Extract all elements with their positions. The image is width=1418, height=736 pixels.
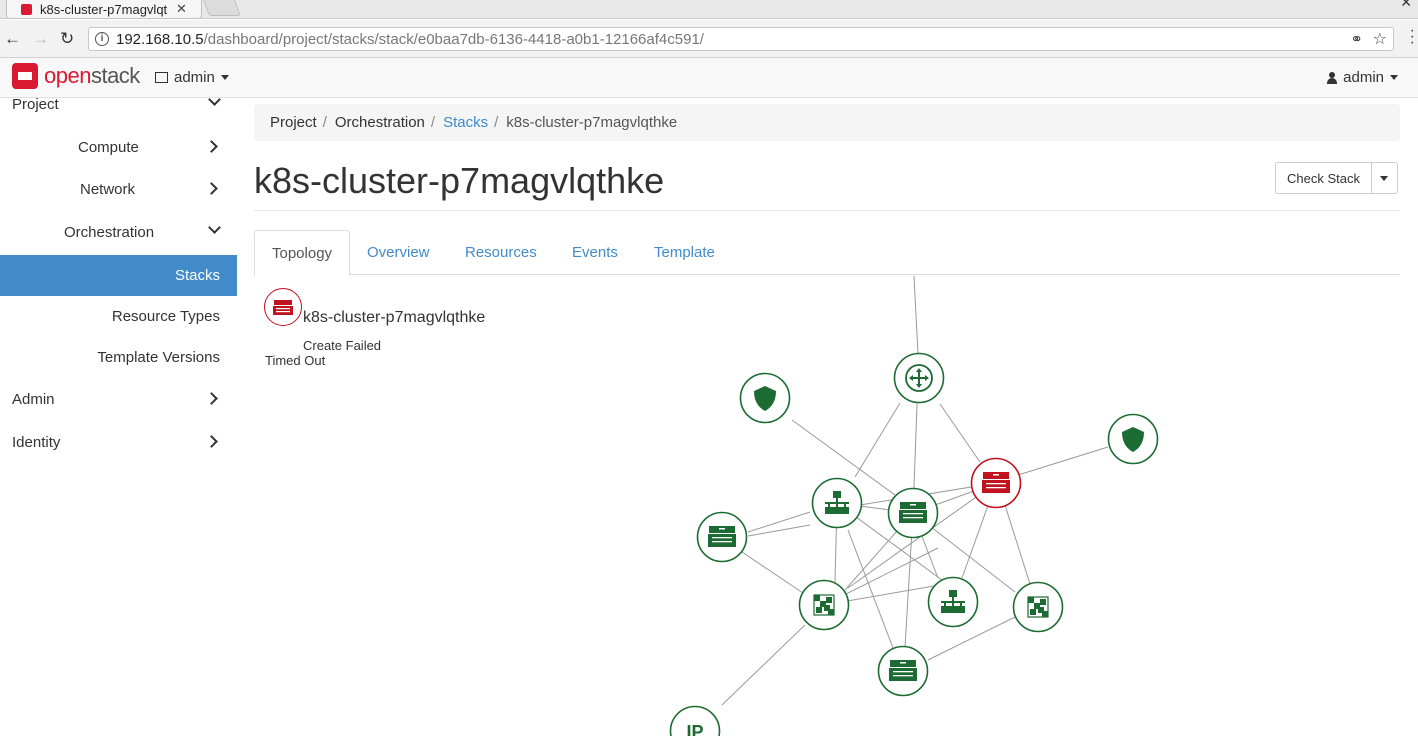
topology-node-port-2[interactable] (1012, 581, 1064, 633)
sidebar-item-label: Stacks (174, 267, 220, 284)
sidebar-item-label: Resource Types (111, 308, 220, 325)
sidebar-item-label: Admin (12, 391, 55, 408)
sidebar-item-label: Template Versions (97, 349, 220, 366)
caret-down-icon (1380, 175, 1389, 181)
sidebar: Project Compute Network Orchestration St… (0, 93, 237, 736)
forward-arrow-icon[interactable]: → (32, 29, 49, 49)
address-bar[interactable]: i 192.168.10.5/dashboard/project/stacks/… (88, 27, 1394, 51)
topology-node-server-left[interactable] (696, 511, 748, 563)
title-divider (254, 210, 1400, 211)
sidebar-item-label: Project (12, 96, 59, 113)
sidebar-item-identity[interactable]: Identity (0, 422, 237, 464)
chevron-down-icon (208, 92, 221, 107)
window-close-icon[interactable]: ✕ (1400, 0, 1412, 11)
url-path: /dashboard/project/stacks/stack/e0baa7db… (203, 31, 704, 48)
stack-status-reason: Timed Out (265, 353, 326, 368)
sidebar-item-compute[interactable]: Compute (0, 127, 237, 169)
check-stack-button[interactable]: Check Stack (1275, 162, 1372, 194)
breadcrumb-project: Project (270, 114, 317, 131)
chevron-right-icon (205, 181, 218, 196)
topology-node-server-center[interactable] (887, 487, 939, 539)
tab-topology[interactable]: Topology (254, 230, 351, 276)
zoom-icon[interactable]: ⚭ (1350, 30, 1363, 48)
topology-node-secgroup-1[interactable] (739, 372, 791, 424)
user-menu[interactable]: admin (1327, 69, 1398, 86)
breadcrumb: Project / Orchestration / Stacks / k8s-c… (254, 104, 1400, 141)
topology-node-port-1[interactable] (798, 579, 850, 631)
stack-tabs: Topology Overview Resources Events Templ… (254, 230, 1400, 276)
sidebar-item-template-versions[interactable]: Template Versions (0, 337, 237, 379)
server-icon (708, 526, 736, 547)
chevron-right-icon (205, 434, 218, 449)
sidebar-item-network[interactable]: Network (0, 169, 237, 211)
ip-icon: IP (686, 722, 703, 736)
caret-down-icon (220, 75, 229, 80)
sidebar-item-admin[interactable]: Admin (0, 379, 237, 421)
breadcrumb-orchestration: Orchestration (334, 114, 425, 131)
reload-icon[interactable]: ↻ (60, 29, 74, 49)
sidebar-item-label: Identity (12, 434, 61, 451)
close-tab-icon[interactable]: ✕ (176, 1, 187, 17)
sidebar-item-resource-types[interactable]: Resource Types (0, 296, 237, 338)
breadcrumb-separator: / (494, 114, 499, 131)
tab-overview[interactable]: Overview (350, 230, 447, 275)
tab-events[interactable]: Events (555, 230, 635, 275)
sidebar-item-label: Compute (78, 139, 139, 156)
stack-status: Create Failed (303, 338, 382, 353)
user-menu-label: admin (1343, 69, 1384, 86)
breadcrumb-current: k8s-cluster-p7magvlqthke (506, 114, 678, 131)
server-icon (889, 660, 917, 681)
caret-down-icon (1390, 75, 1398, 80)
url-host: 192.168.10.5 (116, 31, 204, 48)
sidebar-item-label: Network (80, 181, 136, 198)
server-icon (899, 502, 927, 523)
new-tab-button[interactable] (203, 0, 241, 16)
url-text: 192.168.10.5/dashboard/project/stacks/st… (116, 31, 704, 48)
topology-node-network-1[interactable] (811, 477, 863, 529)
svg-text:IP: IP (686, 722, 703, 736)
chevron-down-icon (208, 220, 221, 235)
sidebar-item-label: Orchestration (64, 224, 155, 241)
sidebar-item-orchestration[interactable]: Orchestration (0, 212, 237, 254)
back-arrow-icon[interactable]: ← (4, 29, 21, 49)
project-icon (155, 72, 168, 83)
router-icon (905, 364, 933, 392)
topology-node-network-2[interactable] (927, 576, 979, 628)
info-icon[interactable]: i (95, 32, 109, 46)
bookmark-star-icon[interactable]: ☆ (1373, 29, 1387, 49)
topology-node-secgroup-2[interactable] (1107, 413, 1159, 465)
page-title: k8s-cluster-p7magvlqthke (254, 160, 665, 201)
server-icon (982, 472, 1010, 493)
topology-nodes: IP (669, 352, 1159, 736)
topology-node-floating-ip[interactable]: IP (669, 705, 721, 736)
topology-graph[interactable]: IP (600, 276, 1300, 736)
topology-node-router[interactable] (893, 352, 945, 404)
browser-tabstrip: k8s-cluster-p7magvlqthke ✕ ✕ (0, 0, 1418, 19)
stack-actions: Check Stack (1275, 162, 1398, 194)
sidebar-item-stacks[interactable]: Stacks (0, 255, 237, 296)
breadcrumb-separator: / (322, 114, 327, 131)
chevron-right-icon (205, 391, 218, 406)
stack-name: k8s-cluster-p7magvlqthke (303, 309, 486, 326)
tab-template[interactable]: Template (637, 230, 732, 275)
topology-node-server-bottom[interactable] (877, 645, 929, 697)
actions-dropdown-button[interactable] (1371, 162, 1398, 194)
stack-failed-icon (264, 288, 302, 326)
chevron-right-icon (205, 139, 218, 154)
user-icon (1327, 71, 1338, 84)
topology-node-stack-failed[interactable] (970, 457, 1022, 509)
browser-tab[interactable]: k8s-cluster-p7magvlqthke ✕ (6, 0, 202, 19)
browser-tab-title: k8s-cluster-p7magvlqthke (40, 1, 168, 17)
breadcrumb-separator: / (430, 114, 436, 131)
browser-menu-icon[interactable]: · · · (1410, 23, 1415, 51)
browser-toolbar: ← → ↻ i 192.168.10.5/dashboard/project/s… (0, 20, 1418, 58)
tab-resources[interactable]: Resources (448, 230, 554, 275)
sidebar-item-project[interactable]: Project (0, 84, 237, 126)
openstack-favicon-icon (21, 3, 32, 15)
breadcrumb-stacks-link[interactable]: Stacks (443, 114, 488, 131)
